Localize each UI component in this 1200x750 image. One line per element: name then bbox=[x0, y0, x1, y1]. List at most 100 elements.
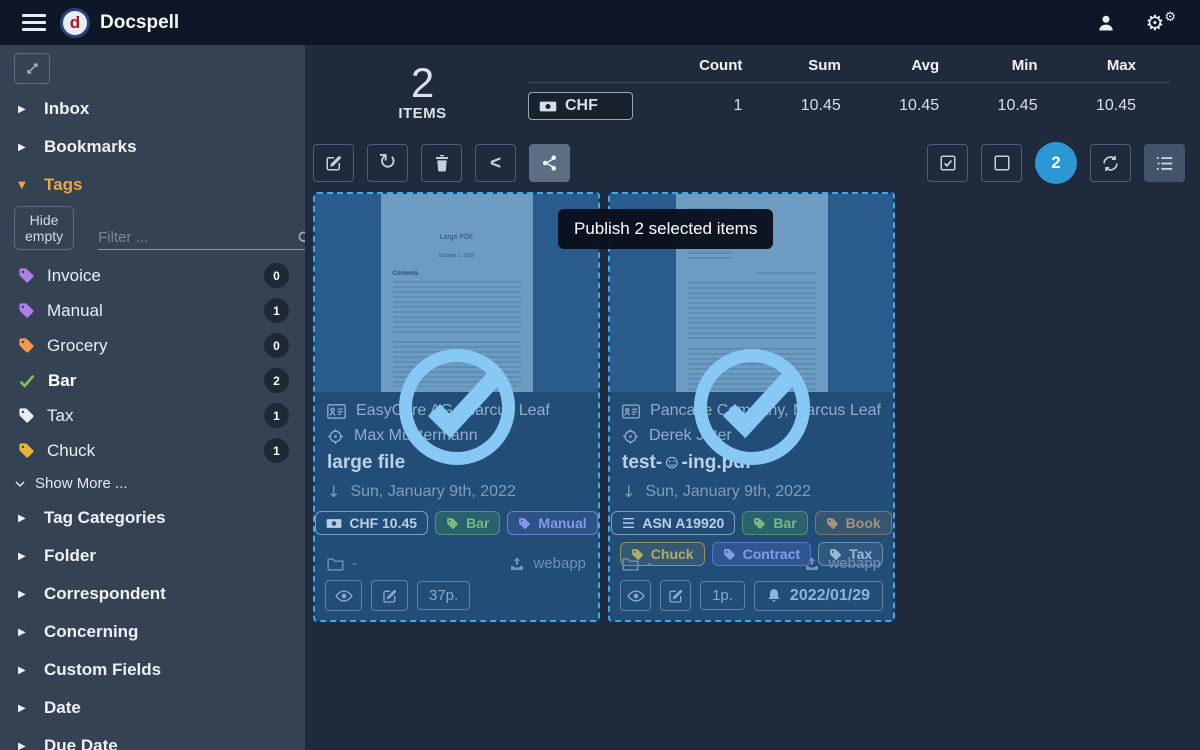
address-card-icon bbox=[327, 404, 346, 419]
item-date: ↓ Sun, January 9th, 2022 bbox=[622, 482, 881, 501]
collapse-sidebar-button[interactable] bbox=[14, 53, 50, 84]
tag-icon bbox=[18, 442, 35, 459]
tag-name: Grocery bbox=[47, 336, 107, 356]
tag-icon bbox=[826, 517, 839, 530]
tag-filter-input[interactable] bbox=[98, 229, 297, 246]
sidebar-item-inbox[interactable]: ▶ Inbox bbox=[0, 90, 305, 128]
arrow-down-icon: ↓ bbox=[327, 482, 340, 501]
currency-amount-badge: CHF 10.45 bbox=[315, 511, 428, 535]
tag-item-manual[interactable]: Manual 1 bbox=[0, 293, 305, 328]
caret-right-icon: ▶ bbox=[18, 627, 28, 638]
tag-name: Invoice bbox=[47, 266, 101, 286]
top-navbar: d Docspell ⚙⚙ bbox=[0, 0, 1200, 45]
tag-item-bar[interactable]: Bar 2 bbox=[0, 363, 305, 398]
user-icon[interactable] bbox=[1096, 13, 1116, 33]
tag-item-invoice[interactable]: Invoice 0 bbox=[0, 258, 305, 293]
list-view-toggle-button[interactable] bbox=[1144, 144, 1185, 182]
tag-badge-bar[interactable]: Bar bbox=[742, 511, 807, 535]
correspondent-line: EasyCare AG, Marcus Leaf bbox=[327, 402, 586, 420]
tag-count-badge: 0 bbox=[264, 333, 289, 358]
stats-value-min: 10.45 bbox=[973, 97, 1071, 115]
stats-header-max: Max bbox=[1072, 57, 1170, 74]
tag-name: Chuck bbox=[47, 441, 95, 461]
selection-toolbar: ↻ < 2 bbox=[305, 122, 1200, 184]
sidebar-item-due-date[interactable]: ▶ Due Date bbox=[0, 727, 305, 750]
due-date-badge: 2022/01/29 bbox=[754, 581, 883, 611]
stats-panel: 2 ITEMS Count Sum Avg Min Max CHF bbox=[305, 45, 1200, 122]
publish-tooltip: Publish 2 selected items bbox=[558, 209, 773, 249]
selected-count-badge: 2 bbox=[1035, 142, 1077, 184]
sidebar-item-tag-categories[interactable]: ▶ Tag Categories bbox=[0, 499, 305, 537]
merge-selected-button[interactable]: < bbox=[475, 144, 516, 182]
chevron-down-icon bbox=[14, 478, 26, 490]
thumb-heading: Contents bbox=[393, 271, 521, 277]
edit-item-button[interactable] bbox=[371, 580, 408, 611]
tag-item-grocery[interactable]: Grocery 0 bbox=[0, 328, 305, 363]
caret-right-icon: ▶ bbox=[18, 703, 28, 714]
sidebar-item-date[interactable]: ▶ Date bbox=[0, 689, 305, 727]
card-actions: 1p. 2022/01/29 bbox=[620, 580, 883, 611]
preview-button[interactable] bbox=[620, 580, 651, 611]
sidebar-item-custom-fields[interactable]: ▶ Custom Fields bbox=[0, 651, 305, 689]
exit-select-mode-button[interactable] bbox=[1090, 144, 1131, 182]
money-bill-icon bbox=[326, 518, 342, 529]
sidebar: ▶ Inbox ▶ Bookmarks ▼ Tags Hide empty bbox=[0, 45, 305, 750]
show-more-link[interactable]: Show More ... bbox=[0, 468, 305, 499]
menu-icon[interactable] bbox=[22, 14, 46, 31]
card-footer-meta: - webapp bbox=[622, 555, 881, 572]
stats-value-count: 1 bbox=[678, 97, 776, 115]
item-card-large-file[interactable]: Large PDF October 1, 2020 Contents EasyC… bbox=[313, 192, 600, 622]
edit-selected-button[interactable] bbox=[313, 144, 354, 182]
select-all-button[interactable] bbox=[927, 144, 968, 182]
share-icon bbox=[541, 154, 558, 172]
tag-count-badge: 0 bbox=[264, 263, 289, 288]
item-card-test-ing-pdf[interactable]: Pancake Company, Marcus Leaf Derek Jeter… bbox=[608, 192, 895, 622]
items-label: ITEMS bbox=[365, 105, 480, 122]
tag-count-badge: 2 bbox=[264, 368, 289, 393]
preview-button[interactable] bbox=[325, 580, 362, 611]
sidebar-item-label: Due Date bbox=[44, 736, 118, 750]
caret-right-icon: ▶ bbox=[18, 551, 28, 562]
edit-icon bbox=[382, 588, 398, 604]
stats-table: Count Sum Avg Min Max CHF 1 10.45 10.45 … bbox=[528, 57, 1170, 122]
sidebar-item-tags[interactable]: ▼ Tags bbox=[0, 166, 305, 204]
folder-value: - bbox=[352, 555, 357, 572]
edit-item-button[interactable] bbox=[660, 580, 691, 611]
sidebar-item-concerning[interactable]: ▶ Concerning bbox=[0, 613, 305, 651]
currency-chf-badge: CHF bbox=[528, 92, 633, 120]
correspondent-line: Pancake Company, Marcus Leaf bbox=[622, 402, 881, 420]
settings-gears-icon[interactable]: ⚙⚙ bbox=[1146, 11, 1176, 35]
delete-selected-button[interactable] bbox=[421, 144, 462, 182]
edit-icon bbox=[325, 154, 343, 172]
tag-count-badge: 1 bbox=[264, 438, 289, 463]
docspell-logo-icon: d bbox=[60, 8, 90, 38]
caret-right-icon: ▶ bbox=[18, 589, 28, 600]
stats-header-sum: Sum bbox=[776, 57, 874, 74]
item-date: ↓ Sun, January 9th, 2022 bbox=[327, 482, 586, 501]
trash-icon bbox=[434, 154, 450, 172]
tag-badge-bar[interactable]: Bar bbox=[435, 511, 500, 535]
tag-badge-manual[interactable]: Manual bbox=[507, 511, 597, 535]
tag-icon bbox=[18, 267, 35, 284]
tag-item-tax[interactable]: Tax 1 bbox=[0, 398, 305, 433]
sidebar-item-label: Tags bbox=[44, 175, 82, 195]
hide-empty-button[interactable]: Hide empty bbox=[14, 206, 74, 250]
thumb-date: October 1, 2020 bbox=[393, 253, 521, 259]
sidebar-item-folder[interactable]: ▶ Folder bbox=[0, 537, 305, 575]
tag-badge-book[interactable]: Book bbox=[815, 511, 892, 535]
publish-selected-button[interactable] bbox=[529, 144, 570, 182]
list-icon bbox=[1155, 155, 1174, 172]
money-bill-icon bbox=[539, 100, 557, 113]
sidebar-item-bookmarks[interactable]: ▶ Bookmarks bbox=[0, 128, 305, 166]
sidebar-item-label: Correspondent bbox=[44, 584, 166, 604]
check-icon bbox=[18, 372, 36, 390]
reprocess-selected-button[interactable]: ↻ bbox=[367, 144, 408, 182]
sidebar-item-correspondent[interactable]: ▶ Correspondent bbox=[0, 575, 305, 613]
tag-item-chuck[interactable]: Chuck 1 bbox=[0, 433, 305, 468]
tag-icon bbox=[446, 517, 459, 530]
eye-icon bbox=[335, 589, 353, 603]
page-count-badge: 1p. bbox=[700, 581, 745, 610]
deselect-all-button[interactable] bbox=[981, 144, 1022, 182]
caret-right-icon: ▶ bbox=[18, 741, 28, 750]
tag-icon bbox=[18, 337, 35, 354]
